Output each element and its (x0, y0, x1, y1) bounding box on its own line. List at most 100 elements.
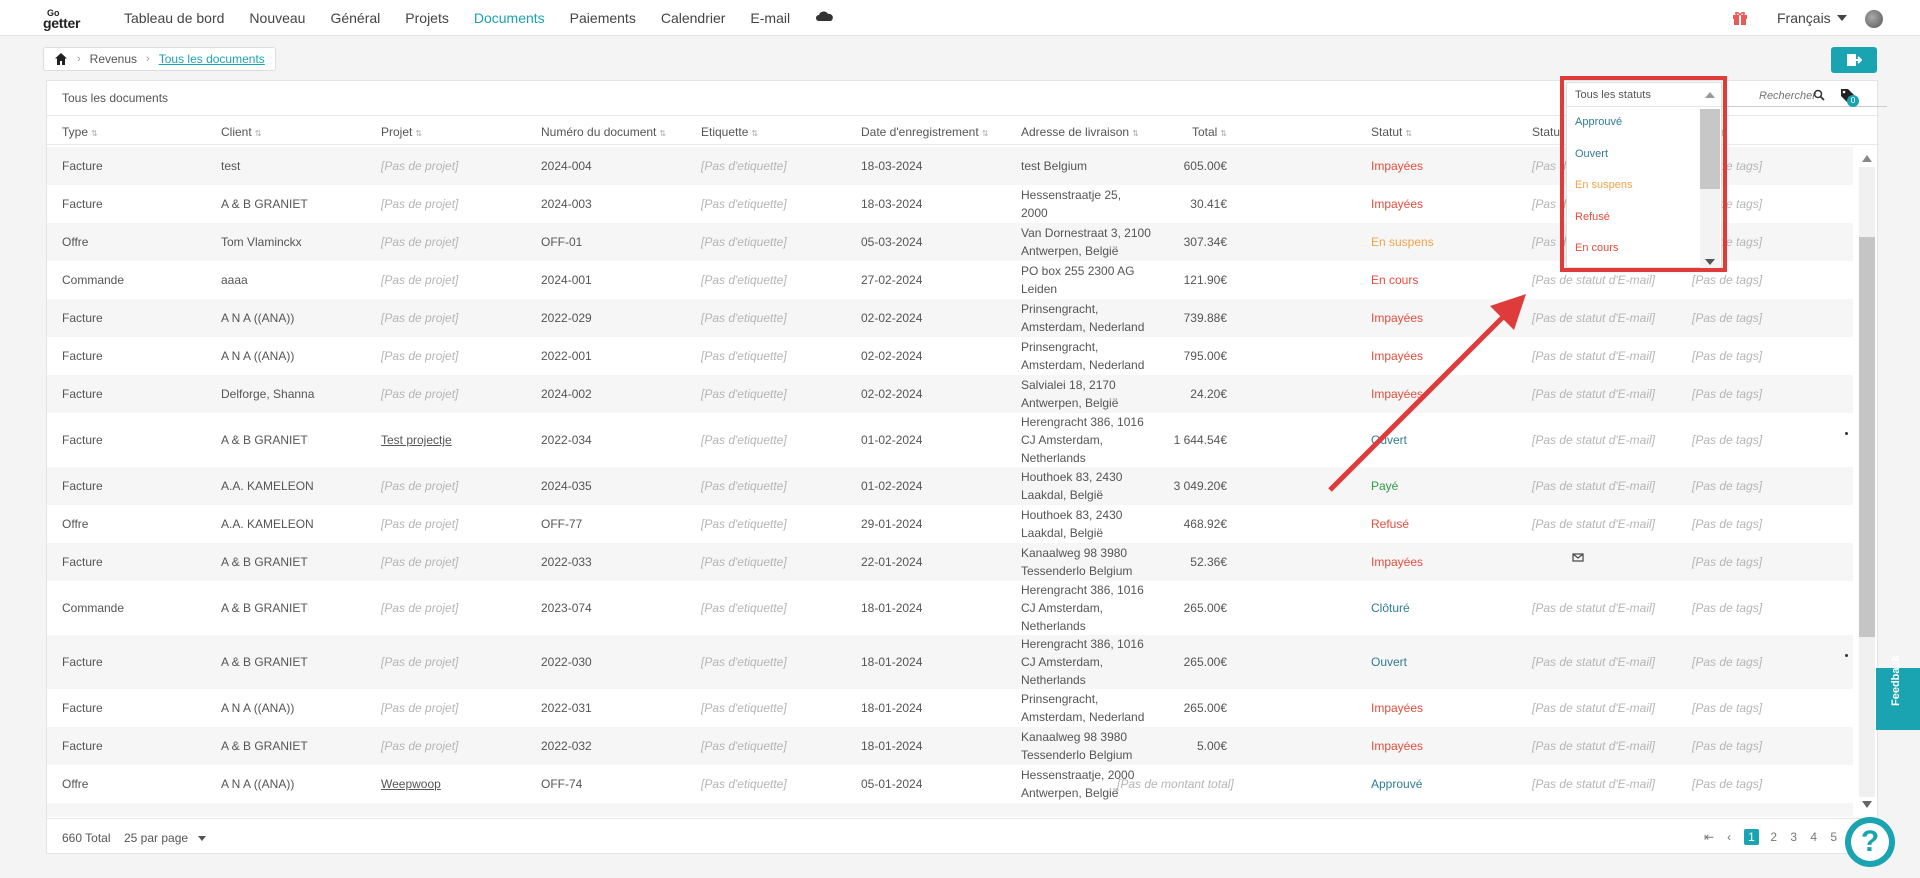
row-menu-dot[interactable] (1845, 654, 1848, 657)
table-row[interactable]: Offre A.A. KAMELEON [Pas de projet] OFF-77 [… (47, 505, 1853, 543)
table-row[interactable]: Facture Delforge, Shanna [Pas de projet] 20… (47, 375, 1853, 413)
sort-icon[interactable]: ⇅ (659, 129, 666, 138)
cell-email-status: [Pas de statut d'E-mail] (1532, 601, 1656, 615)
cell-status: Impayées (1371, 197, 1424, 211)
nav-item-calendrier[interactable]: Calendrier (661, 10, 726, 26)
cell-label: [Pas d'etiquette] (701, 555, 787, 569)
table-row[interactable]: Facture A N A ((ANA)) [Pas de projet] 2022-… (47, 299, 1853, 337)
export-button[interactable] (1831, 47, 1877, 73)
column-header-statut[interactable]: Statut ⇅ (1371, 125, 1412, 139)
cell-date: 18-01-2024 (861, 739, 923, 753)
sort-icon[interactable]: ⇅ (255, 129, 262, 138)
cell-document-number: 2022-033 (541, 555, 592, 569)
cell-document-number: 2024-035 (541, 479, 592, 493)
row-menu-dot[interactable] (1845, 432, 1848, 435)
nav-item-tableau-de-bord[interactable]: Tableau de bord (124, 10, 224, 26)
chevron-right-icon: › (77, 53, 81, 65)
cell-project: [Pas de projet] (381, 273, 459, 287)
cell-document-number: OFF-74 (541, 777, 583, 791)
column-header-num-ro-du-document[interactable]: Numéro du document ⇅ (541, 125, 666, 139)
cell-project[interactable]: Weepwoop (381, 775, 441, 793)
cell-status: Impayées (1371, 159, 1424, 173)
user-avatar[interactable] (1865, 10, 1883, 28)
table-row[interactable]: Facture A N A ((ANA)) [Pas de projet] 2022-… (47, 689, 1853, 727)
scroll-down-icon[interactable] (1862, 801, 1872, 808)
table-row[interactable]: Offre A & B GRANIET [Pas de projet] OFF-76 [… (47, 803, 1853, 817)
column-header-client[interactable]: Client ⇅ (221, 125, 261, 139)
column-header-total[interactable]: Total ⇅ (1117, 125, 1227, 139)
table-row[interactable]: Facture A & B GRANIET Test projectje 2022-0… (47, 413, 1853, 467)
table-row[interactable]: Facture A.A. KAMELEON [Pas de projet] 2024-… (47, 467, 1853, 505)
sort-icon[interactable]: ⇅ (982, 129, 989, 138)
cell-label: [Pas d'etiquette] (701, 235, 787, 249)
table-row[interactable]: Facture A & B GRANIET [Pas de projet] 2022-… (47, 635, 1853, 689)
home-icon[interactable] (54, 52, 68, 66)
sort-icon[interactable]: ⇅ (1405, 129, 1412, 138)
cell-type: Facture (62, 479, 103, 493)
language-selector[interactable]: Français (1777, 10, 1847, 26)
search-icon[interactable] (1813, 89, 1825, 101)
page-2[interactable]: 2 (1769, 830, 1779, 844)
sort-icon[interactable]: ⇅ (415, 129, 422, 138)
cell-total: 265.00€ (1183, 655, 1227, 669)
breadcrumb: › Revenus › Tous les documents (43, 47, 276, 71)
scrollbar-thumb[interactable] (1859, 237, 1875, 637)
column-header-projet[interactable]: Projet ⇅ (381, 125, 422, 139)
cell-email-status: [Pas de statut d'E-mail] (1532, 701, 1656, 715)
page-1[interactable]: 1 (1744, 829, 1759, 845)
cell-label: [Pas d'etiquette] (701, 655, 787, 669)
cell-status: Impayées (1371, 311, 1424, 325)
table-scrollbar[interactable] (1853, 147, 1877, 817)
cell-type: Commande (62, 601, 125, 615)
nav-item-paiements[interactable]: Paiements (570, 10, 636, 26)
column-header-etiquette[interactable]: Etiquette ⇅ (701, 125, 758, 139)
breadcrumb-current[interactable]: Tous les documents (159, 52, 265, 66)
nav-item-documents[interactable]: Documents (474, 10, 545, 26)
cell-project[interactable]: Test projectje (381, 431, 452, 449)
cell-total: 265.00€ (1183, 601, 1227, 615)
cell-type: Facture (62, 349, 103, 363)
cell-document-number: 2022-001 (541, 349, 592, 363)
nav-item-nouveau[interactable]: Nouveau (249, 10, 305, 26)
breadcrumb-revenus[interactable]: Revenus (90, 52, 137, 66)
page-4[interactable]: 4 (1809, 830, 1819, 844)
cell-status: En suspens (1371, 235, 1434, 249)
cell-document-number: 2022-032 (541, 739, 592, 753)
prev-page-icon[interactable]: ‹ (1724, 830, 1734, 844)
sort-icon[interactable]: ⇅ (1220, 129, 1227, 138)
table-row[interactable]: Offre A N A ((ANA)) Weepwoop OFF-74 [Pas d'e… (47, 765, 1853, 803)
cell-project: [Pas de projet] (381, 739, 459, 753)
search-input[interactable] (1719, 85, 1887, 106)
gogetter-logo[interactable]: Go getter (43, 7, 101, 31)
cell-client: A N A ((ANA)) (221, 311, 295, 325)
help-button[interactable]: ? (1845, 817, 1895, 867)
nav-item-projets[interactable]: Projets (405, 10, 449, 26)
cell-date: 01-02-2024 (861, 433, 923, 447)
feedback-tab[interactable]: Feedback (1876, 655, 1920, 730)
page-5[interactable]: 5 (1829, 830, 1839, 844)
column-header-type[interactable]: Type ⇅ (62, 125, 98, 139)
cloud-icon[interactable] (815, 10, 835, 22)
sort-icon[interactable]: ⇅ (91, 129, 98, 138)
cell-date: 02-02-2024 (861, 387, 923, 401)
sort-icon[interactable]: ⇅ (751, 129, 758, 138)
scroll-up-icon[interactable] (1862, 155, 1872, 162)
per-page-select[interactable]: 25 par page (124, 831, 207, 845)
table-row[interactable]: Commande A & B GRANIET [Pas de projet] 2023… (47, 581, 1853, 635)
per-page-label: 25 par page (124, 831, 189, 845)
table-row[interactable]: Facture A & B GRANIET [Pas de projet] 2022-… (47, 727, 1853, 765)
cell-client: A & B GRANIET (221, 555, 308, 569)
column-header-date-d-enregistrement[interactable]: Date d'enregistrement ⇅ (861, 125, 988, 139)
cell-project: [Pas de projet] (381, 813, 458, 817)
cell-type: Facture (62, 655, 103, 669)
nav-item-e-mail[interactable]: E-mail (750, 10, 790, 26)
chevron-down-icon (198, 835, 207, 841)
pagination: ⇤‹12345› (1699, 829, 1864, 845)
gift-icon[interactable] (1732, 10, 1748, 26)
table-row[interactable]: Facture A N A ((ANA)) [Pas de projet] 2022-… (47, 337, 1853, 375)
language-label: Français (1777, 10, 1831, 26)
page-3[interactable]: 3 (1789, 830, 1799, 844)
table-row[interactable]: Facture A & B GRANIET [Pas de projet] 2022-… (47, 543, 1853, 581)
nav-item-g-n-ral[interactable]: Général (330, 10, 380, 26)
first-page-icon[interactable]: ⇤ (1704, 830, 1714, 844)
